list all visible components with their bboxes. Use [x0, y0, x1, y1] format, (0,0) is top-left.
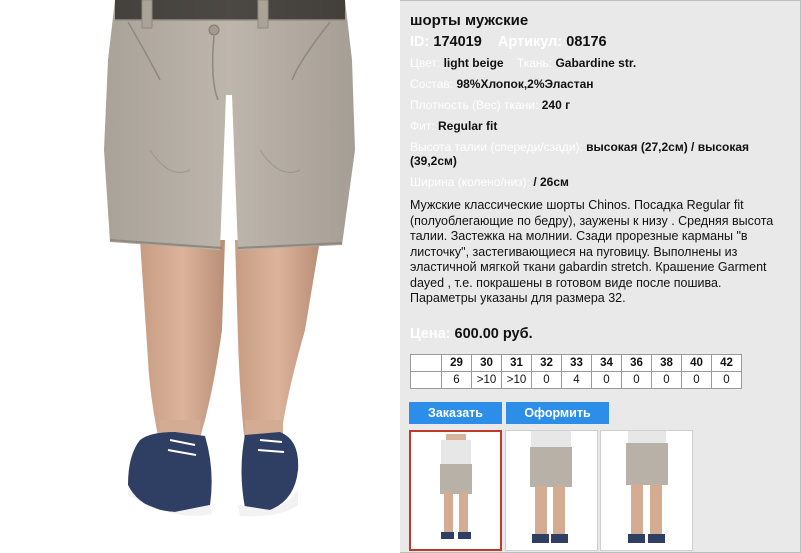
article-label: Артикул: — [497, 34, 563, 50]
checkout-button[interactable]: Оформить — [506, 402, 609, 424]
stock-cell: 0 — [681, 371, 712, 389]
product-id-row: ID: 174019 Артикул: 08176 — [410, 34, 795, 50]
thumbnail-back[interactable] — [600, 430, 693, 551]
fabric-label: Ткань: — [516, 56, 553, 70]
fabric-value: Gabardine str. — [555, 56, 637, 70]
size-stock-row: 6 >10 >10 0 4 0 0 0 0 0 — [410, 371, 742, 389]
size-header-cell[interactable]: 34 — [591, 354, 622, 372]
size-header-cell[interactable]: 30 — [471, 354, 502, 372]
density-value: 240 г — [541, 98, 571, 112]
color-value: light beige — [443, 56, 504, 70]
composition-value: 98%Хлопок,2%Эластан — [456, 77, 594, 91]
stock-cell: 0 — [591, 371, 622, 389]
id-value: 174019 — [433, 34, 482, 50]
size-header-cell[interactable]: 31 — [501, 354, 532, 372]
size-header-cell[interactable]: 38 — [651, 354, 682, 372]
stock-cell: 0 — [531, 371, 562, 389]
width-label: Ширина (колено/низ): — [410, 175, 530, 189]
stock-cell: 4 — [561, 371, 592, 389]
color-fabric-row: Цвет: light beige Ткань: Gabardine str. — [410, 56, 795, 70]
size-header-cell[interactable]: 36 — [621, 354, 652, 372]
size-header-cell[interactable]: 40 — [681, 354, 712, 372]
price-label: Цена: — [410, 326, 451, 342]
composition-row: Состав: 98%Хлопок,2%Эластан — [410, 77, 795, 91]
stock-corner-cell — [410, 371, 442, 389]
product-title: шорты мужские — [410, 12, 529, 29]
waist-row: Высота талии (спереди/сзади): высокая (2… — [410, 140, 795, 168]
stock-cell: 0 — [621, 371, 652, 389]
density-label: Плотность (Вес) ткани: — [410, 98, 539, 112]
stock-cell: 0 — [651, 371, 682, 389]
stock-cell: >10 — [501, 371, 532, 389]
width-row: Ширина (колено/низ): / 26см — [410, 175, 795, 189]
stock-cell: 6 — [441, 371, 472, 389]
article-value: 08176 — [566, 34, 607, 50]
shorts-model-image — [104, 0, 355, 517]
stock-cell: >10 — [471, 371, 502, 389]
price-value: 600.00 руб. — [454, 326, 533, 342]
thumbnail-side-image — [530, 431, 572, 543]
width-value: / 26см — [533, 175, 569, 189]
product-info: шорты мужские ID: 174019 Артикул: 08176 … — [410, 12, 795, 196]
density-row: Плотность (Вес) ткани: 240 г — [410, 98, 795, 112]
size-header-row: 29 30 31 32 33 34 36 38 40 42 — [410, 354, 742, 372]
size-corner-cell — [410, 354, 442, 372]
composition-label: Состав: — [410, 77, 454, 91]
order-button[interactable]: Заказать — [409, 402, 502, 424]
size-header-cell[interactable]: 33 — [561, 354, 592, 372]
size-header-cell[interactable]: 32 — [531, 354, 562, 372]
main-product-photo — [0, 0, 400, 553]
id-label: ID: — [410, 34, 430, 50]
fit-label: Фит: — [410, 119, 435, 133]
stock-cell: 0 — [711, 371, 742, 389]
fit-row: Фит: Regular fit — [410, 119, 795, 133]
thumbnail-front-image — [440, 434, 472, 539]
fit-value: Regular fit — [438, 119, 498, 133]
size-header-cell[interactable]: 42 — [711, 354, 742, 372]
size-header-cell[interactable]: 29 — [441, 354, 472, 372]
thumbnail-front[interactable] — [409, 430, 502, 551]
thumbnail-side[interactable] — [505, 430, 598, 551]
color-label: Цвет: — [410, 56, 441, 70]
size-stock-table: 29 30 31 32 33 34 36 38 40 42 6 >10 >10 … — [410, 354, 742, 389]
thumbnail-back-image — [626, 431, 668, 543]
price-row: Цена: 600.00 руб. — [410, 326, 533, 342]
product-description: Мужские классические шорты Chinos. Посад… — [410, 198, 774, 305]
waist-label: Высота талии (спереди/сзади): — [410, 140, 583, 154]
